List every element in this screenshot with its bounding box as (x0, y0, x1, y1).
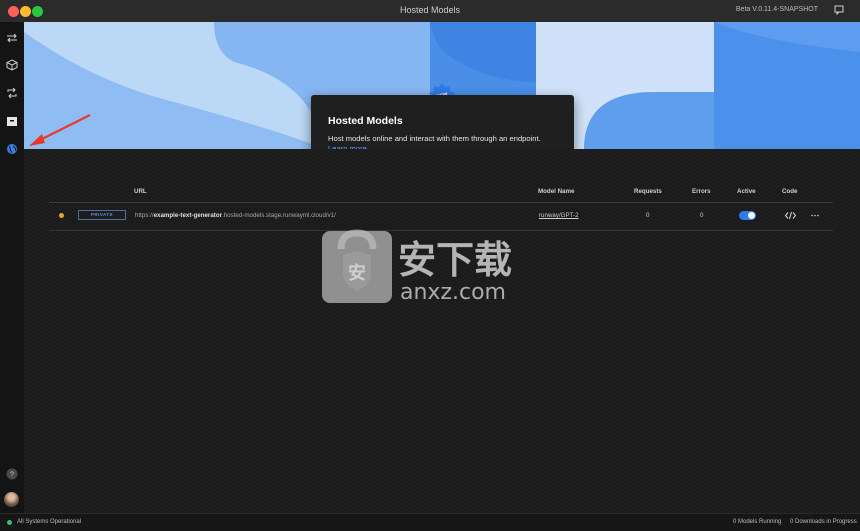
header-divider (49, 202, 833, 203)
version-label: Beta V.0.11.4-SNAPSHOT (735, 6, 818, 13)
column-header-url: URL (134, 188, 147, 195)
popover-body: Host models online and interact with the… (328, 134, 541, 143)
errors-count: 0 (700, 212, 704, 219)
watermark-text-cn: 安下载 (398, 238, 512, 282)
title-bar: Hosted Models Beta V.0.11.4-SNAPSHOT (0, 0, 860, 23)
model-name-link[interactable]: runway/GPT-2 (539, 212, 579, 219)
archive-icon[interactable] (6, 115, 18, 127)
column-header-requests: Requests (634, 188, 662, 195)
system-status[interactable]: All Systems Operational (17, 519, 81, 525)
downloads-progress: 0 Downloads in Progress (790, 519, 857, 525)
more-options-icon[interactable] (810, 211, 820, 220)
watermark-text-en: anxz.com (400, 280, 506, 305)
repeat-icon[interactable] (6, 87, 18, 99)
column-header-code: Code (782, 188, 798, 195)
help-icon[interactable]: ? (6, 468, 18, 480)
avatar[interactable] (4, 492, 19, 507)
column-header-active: Active (737, 188, 756, 195)
watermark-logo: 安 安下载 anxz.com (322, 229, 512, 305)
url-suffix: .hosted-models.stage.runwayml.cloud/v1/ (222, 212, 336, 219)
status-dot (59, 213, 64, 218)
url-name: example-text-generator (153, 212, 223, 219)
chat-icon[interactable] (834, 5, 844, 15)
svg-text:?: ? (10, 472, 14, 479)
operational-dot (7, 520, 12, 525)
models-running: 0 Models Running (733, 519, 782, 525)
active-toggle[interactable] (739, 211, 756, 220)
globe-icon[interactable] (6, 143, 18, 155)
cube-icon[interactable] (6, 59, 18, 71)
popover-title: Hosted Models (328, 115, 403, 127)
sidebar: ? (0, 22, 24, 513)
url-prefix: https:// (135, 212, 154, 219)
column-header-model-name: Model Name (538, 188, 575, 195)
visibility-badge: PRIVATE (78, 210, 126, 220)
requests-count: 0 (646, 212, 650, 219)
watermark: 安 安下载 anxz.com (321, 223, 551, 305)
arrows-swap-icon[interactable] (6, 32, 18, 44)
svg-text:安: 安 (348, 262, 366, 284)
code-icon[interactable] (785, 211, 796, 220)
column-header-errors: Errors (692, 188, 711, 195)
window-title: Hosted Models (399, 5, 461, 15)
toggle-knob (748, 212, 755, 219)
status-bar: All Systems Operational 0 Models Running… (0, 513, 860, 531)
endpoint-url[interactable]: https://example-text-generator.hosted-mo… (135, 212, 336, 219)
annotation-arrow (29, 114, 91, 146)
main-content: URL Model Name Requests Errors Active Co… (24, 149, 860, 513)
